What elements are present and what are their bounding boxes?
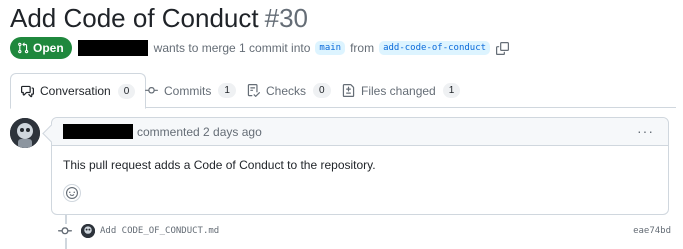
avatar[interactable] — [81, 224, 95, 238]
tab-counter: 1 — [218, 83, 236, 98]
tab-checks[interactable]: Checks 0 — [247, 73, 331, 108]
robot-avatar-icon — [81, 224, 95, 238]
git-commit-icon — [145, 87, 158, 94]
kebab-menu-icon[interactable]: ··· — [637, 124, 654, 138]
from-text: from — [350, 41, 375, 55]
merge-text: wants to merge 1 commit into — [153, 41, 311, 55]
pr-meta: Open wants to merge 1 commit into main f… — [10, 36, 510, 60]
robot-avatar-icon — [10, 118, 40, 148]
tab-commits[interactable]: Commits 1 — [145, 73, 236, 108]
git-pull-request-icon — [18, 42, 29, 54]
head-branch[interactable]: add-code-of-conduct — [379, 41, 491, 55]
tab-label: Files changed — [361, 83, 436, 98]
tab-label: Checks — [266, 83, 307, 98]
commit-sha[interactable]: eae74bd — [633, 226, 671, 236]
tab-label: Conversation — [40, 84, 111, 98]
redacted-author[interactable] — [77, 40, 148, 56]
comment-discussion-icon — [21, 85, 34, 97]
file-diff-icon — [342, 84, 355, 97]
tab-files-changed[interactable]: Files changed 1 — [342, 73, 461, 108]
git-commit-icon — [56, 224, 74, 238]
add-reaction-button[interactable] — [63, 184, 81, 202]
smiley-icon — [66, 187, 78, 199]
comment-header: commented 2 days ago ··· — [52, 118, 668, 146]
commit-message[interactable]: Add CODE_OF_CONDUCT.md — [100, 226, 219, 236]
state-label: Open — [33, 41, 64, 55]
tab-conversation[interactable]: Conversation 0 — [10, 73, 147, 109]
pr-title-text: Add Code of Conduct — [10, 3, 259, 33]
checklist-icon — [247, 84, 260, 97]
pr-tabs: Conversation 0 Commits 1 Checks 0 Files … — [10, 73, 676, 109]
tab-counter: 1 — [442, 83, 461, 98]
tab-counter: 0 — [117, 83, 136, 99]
tab-counter: 0 — [313, 83, 331, 98]
comment-timestamp[interactable]: commented 2 days ago — [137, 125, 262, 139]
redacted-author[interactable] — [63, 124, 133, 139]
pr-title: Add Code of Conduct #30 — [10, 2, 308, 34]
avatar[interactable] — [10, 118, 40, 148]
comment-box: commented 2 days ago ··· This pull reque… — [51, 117, 669, 215]
commit-row: Add CODE_OF_CONDUCT.md eae74bd — [56, 222, 671, 240]
state-badge: Open — [10, 37, 72, 59]
pr-number: #30 — [264, 3, 309, 33]
base-branch[interactable]: main — [315, 41, 346, 55]
tab-label: Commits — [164, 83, 212, 98]
comment-body: This pull request adds a Code of Conduct… — [63, 158, 376, 172]
copy-icon[interactable] — [496, 41, 510, 55]
